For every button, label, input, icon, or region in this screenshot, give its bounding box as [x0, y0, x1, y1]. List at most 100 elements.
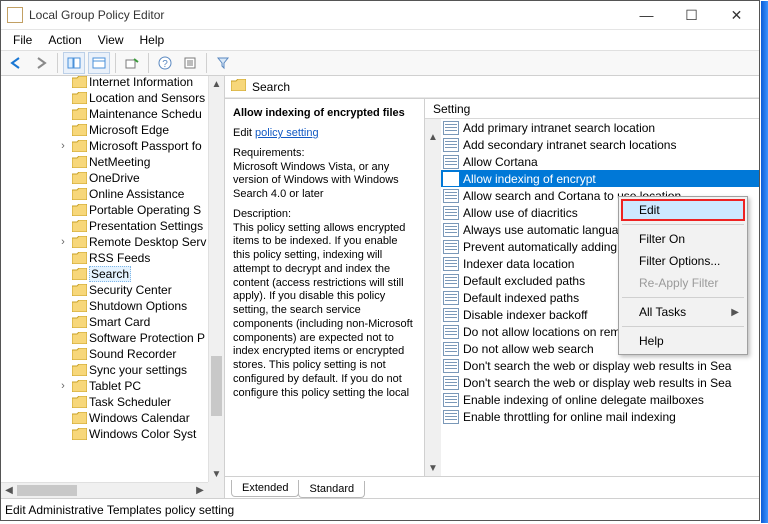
context-menu-label: All Tasks — [639, 305, 686, 319]
folder-icon — [71, 411, 87, 425]
help-button[interactable]: ? — [154, 52, 176, 74]
minimize-button[interactable]: — — [624, 1, 669, 30]
tree-item-label: Microsoft Edge — [89, 123, 169, 137]
list-item[interactable]: Allow Cortana — [441, 153, 759, 170]
tree-item[interactable]: Smart Card — [1, 314, 208, 330]
selected-policy-title: Allow indexing of encrypted files — [233, 107, 416, 119]
back-button[interactable] — [5, 52, 27, 74]
close-button[interactable]: ✕ — [714, 1, 759, 30]
tree-item[interactable]: Task Scheduler — [1, 394, 208, 410]
tree-item[interactable]: Shutdown Options — [1, 298, 208, 314]
policy-icon — [443, 342, 459, 356]
policy-icon — [443, 410, 459, 424]
maximize-button[interactable]: ☐ — [669, 1, 714, 30]
tree-item[interactable]: Internet Information — [1, 76, 208, 90]
list-item[interactable]: Don't search the web or display web resu… — [441, 374, 759, 391]
main-header-label: Search — [252, 80, 290, 94]
tree-item[interactable]: Microsoft Edge — [1, 122, 208, 138]
column-header-setting[interactable]: Setting — [425, 99, 759, 119]
context-menu-label: Help — [639, 334, 664, 348]
folder-icon — [71, 155, 87, 169]
tree-item[interactable]: ›Remote Desktop Serv — [1, 234, 208, 250]
requirements-text: Microsoft Windows Vista, or any version … — [233, 161, 399, 201]
list-item[interactable]: Don't search the web or display web resu… — [441, 357, 759, 374]
folder-icon — [71, 315, 87, 329]
tree-hscrollbar[interactable]: ◀ ▶ — [1, 482, 208, 498]
folder-icon — [71, 283, 87, 297]
description-pane: Allow indexing of encrypted files Edit p… — [225, 99, 425, 476]
context-menu: Edit Filter OnFilter Options... Re-Apply F… — [618, 196, 748, 355]
tree-item-label: Windows Calendar — [89, 411, 190, 425]
tree-item[interactable]: Windows Color Syst — [1, 426, 208, 442]
folder-icon — [71, 251, 87, 265]
tree-item-label: Task Scheduler — [89, 395, 171, 409]
tree-item-label: Internet Information — [89, 76, 193, 89]
tree-item[interactable]: Portable Operating S — [1, 202, 208, 218]
titlebar: Local Group Policy Editor — ☐ ✕ — [1, 1, 759, 30]
context-menu-label: Re-Apply Filter — [639, 276, 718, 290]
forward-button[interactable] — [30, 52, 52, 74]
tree-item[interactable]: Online Assistance — [1, 186, 208, 202]
tree-twisty-icon[interactable]: › — [57, 380, 69, 392]
tree-item[interactable]: OneDrive — [1, 170, 208, 186]
list-item[interactable]: Enable indexing of online delegate mailb… — [441, 391, 759, 408]
menu-help[interactable]: Help — [134, 31, 171, 49]
list-item[interactable]: Allow indexing of encrypt — [441, 170, 759, 187]
policy-icon — [443, 325, 459, 339]
context-menu-item[interactable]: Filter Options... — [621, 250, 745, 272]
filter-button[interactable] — [212, 52, 234, 74]
tree-item[interactable]: Software Protection P — [1, 330, 208, 346]
window-title: Local Group Policy Editor — [29, 8, 624, 22]
list-item[interactable]: Add primary intranet search location — [441, 119, 759, 136]
folder-icon — [71, 203, 87, 217]
tree-item[interactable]: Sound Recorder — [1, 346, 208, 362]
policy-icon — [443, 189, 459, 203]
menu-action[interactable]: Action — [42, 31, 87, 49]
tree-item[interactable]: ›Microsoft Passport fo — [1, 138, 208, 154]
menu-file[interactable]: File — [7, 31, 38, 49]
tree-item[interactable]: NetMeeting — [1, 154, 208, 170]
context-menu-item[interactable]: Filter On — [621, 228, 745, 250]
tree-item[interactable]: Presentation Settings — [1, 218, 208, 234]
context-menu-item[interactable]: All Tasks▶ — [621, 301, 745, 323]
context-menu-item[interactable]: Help — [621, 330, 745, 352]
show-hide-tree-button[interactable] — [63, 52, 85, 74]
list-vscrollbar[interactable]: ▲ ▼ — [425, 119, 441, 476]
tree-item-label: Software Protection P — [89, 331, 205, 345]
folder-icon — [71, 91, 87, 105]
folder-icon — [71, 235, 87, 249]
tree-item[interactable]: Search — [1, 266, 208, 282]
context-menu-item[interactable]: Edit — [621, 199, 745, 221]
policy-icon — [443, 393, 459, 407]
tree-twisty-icon[interactable]: › — [57, 236, 69, 248]
requirements-label: Requirements: — [233, 147, 305, 159]
tree-item[interactable]: RSS Feeds — [1, 250, 208, 266]
tree-vscrollbar[interactable]: ▲ ▼ — [208, 76, 224, 482]
folder-icon — [71, 139, 87, 153]
tab-extended[interactable]: Extended — [231, 480, 299, 497]
edit-policy-link[interactable]: policy setting — [255, 127, 319, 139]
list-item-label: Add primary intranet search location — [463, 121, 655, 135]
tree-item[interactable]: Sync your settings — [1, 362, 208, 378]
folder-icon — [71, 395, 87, 409]
list-item[interactable]: Enable throttling for online mail indexi… — [441, 408, 759, 425]
menu-view[interactable]: View — [92, 31, 130, 49]
tab-standard[interactable]: Standard — [298, 481, 365, 498]
list-item[interactable]: Add secondary intranet search locations — [441, 136, 759, 153]
refresh-button[interactable] — [179, 52, 201, 74]
properties-button[interactable] — [88, 52, 110, 74]
tree-twisty-icon[interactable]: › — [57, 140, 69, 152]
context-menu-item: Re-Apply Filter — [621, 272, 745, 294]
policy-icon — [443, 274, 459, 288]
tree-item[interactable]: Windows Calendar — [1, 410, 208, 426]
tree-item[interactable]: Maintenance Schedu — [1, 106, 208, 122]
policy-icon — [443, 223, 459, 237]
export-button[interactable] — [121, 52, 143, 74]
tree-item[interactable]: Location and Sensors — [1, 90, 208, 106]
list-item-label: Disable indexer backoff — [463, 308, 588, 322]
tree-item[interactable]: Security Center — [1, 282, 208, 298]
list-item-label: Do not allow web search — [463, 342, 594, 356]
folder-icon — [71, 107, 87, 121]
tree-item[interactable]: ›Tablet PC — [1, 378, 208, 394]
policy-icon — [443, 376, 459, 390]
